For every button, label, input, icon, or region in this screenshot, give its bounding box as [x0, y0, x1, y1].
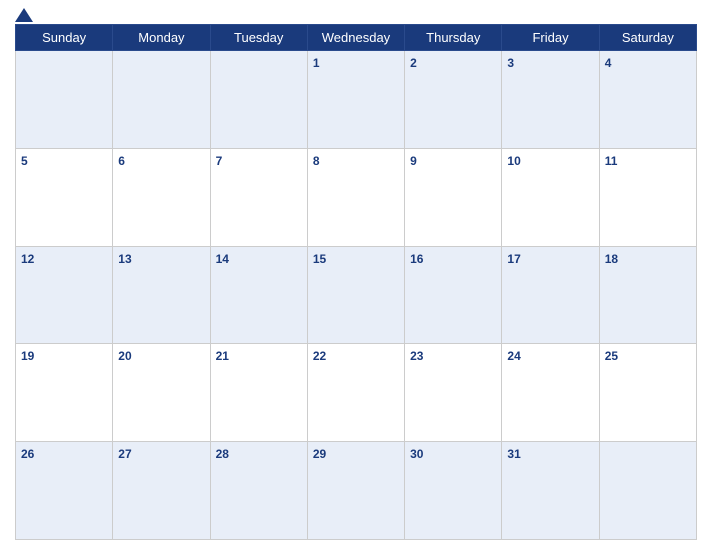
day-number: 5	[21, 154, 28, 168]
calendar-day-cell	[16, 51, 113, 149]
calendar-day-cell: 18	[599, 246, 696, 344]
calendar-day-cell: 25	[599, 344, 696, 442]
calendar-table: SundayMondayTuesdayWednesdayThursdayFrid…	[15, 24, 697, 540]
calendar-day-cell: 24	[502, 344, 599, 442]
calendar-day-cell: 12	[16, 246, 113, 344]
day-number: 24	[507, 349, 520, 363]
day-number: 17	[507, 252, 520, 266]
day-number: 27	[118, 447, 131, 461]
weekday-header-friday: Friday	[502, 25, 599, 51]
day-number: 30	[410, 447, 423, 461]
calendar-header	[15, 10, 697, 20]
calendar-day-cell: 29	[307, 442, 404, 540]
calendar-day-cell: 28	[210, 442, 307, 540]
calendar-day-cell: 16	[405, 246, 502, 344]
day-number: 16	[410, 252, 423, 266]
calendar-day-cell: 4	[599, 51, 696, 149]
calendar-day-cell: 6	[113, 148, 210, 246]
day-number: 12	[21, 252, 34, 266]
day-number: 20	[118, 349, 131, 363]
calendar-day-cell: 22	[307, 344, 404, 442]
calendar-day-cell: 7	[210, 148, 307, 246]
calendar-day-cell: 9	[405, 148, 502, 246]
day-number: 11	[605, 154, 618, 168]
weekday-header-saturday: Saturday	[599, 25, 696, 51]
day-number: 3	[507, 56, 514, 70]
day-number: 22	[313, 349, 326, 363]
calendar-week-row: 26 27 28 29 30 31	[16, 442, 697, 540]
weekday-header-wednesday: Wednesday	[307, 25, 404, 51]
day-number: 4	[605, 56, 612, 70]
day-number: 23	[410, 349, 423, 363]
weekday-header-monday: Monday	[113, 25, 210, 51]
day-number: 9	[410, 154, 417, 168]
logo	[15, 8, 34, 22]
calendar-day-cell: 19	[16, 344, 113, 442]
calendar-day-cell: 30	[405, 442, 502, 540]
calendar-day-cell: 17	[502, 246, 599, 344]
calendar-day-cell: 14	[210, 246, 307, 344]
calendar-day-cell	[210, 51, 307, 149]
day-number: 10	[507, 154, 520, 168]
calendar-week-row: 5 6 7 8 9 10 11	[16, 148, 697, 246]
day-number: 21	[216, 349, 229, 363]
day-number: 28	[216, 447, 229, 461]
day-number: 1	[313, 56, 320, 70]
logo-bird-icon	[15, 8, 33, 22]
calendar-day-cell: 21	[210, 344, 307, 442]
calendar-day-cell: 20	[113, 344, 210, 442]
day-number: 15	[313, 252, 326, 266]
day-number: 13	[118, 252, 131, 266]
day-number: 26	[21, 447, 34, 461]
calendar-week-row: 1 2 3 4	[16, 51, 697, 149]
calendar-day-cell	[599, 442, 696, 540]
calendar-day-cell: 11	[599, 148, 696, 246]
calendar-day-cell	[113, 51, 210, 149]
calendar-day-cell: 23	[405, 344, 502, 442]
calendar-day-cell: 31	[502, 442, 599, 540]
weekday-header-sunday: Sunday	[16, 25, 113, 51]
weekday-header-thursday: Thursday	[405, 25, 502, 51]
logo-blue-text	[15, 8, 34, 22]
day-number: 18	[605, 252, 618, 266]
calendar-day-cell: 8	[307, 148, 404, 246]
day-number: 6	[118, 154, 125, 168]
calendar-day-cell: 15	[307, 246, 404, 344]
calendar-day-cell: 3	[502, 51, 599, 149]
calendar-day-cell: 27	[113, 442, 210, 540]
day-number: 19	[21, 349, 34, 363]
calendar-day-cell: 10	[502, 148, 599, 246]
calendar-day-cell: 13	[113, 246, 210, 344]
day-number: 31	[507, 447, 520, 461]
day-number: 7	[216, 154, 223, 168]
day-number: 8	[313, 154, 320, 168]
day-number: 25	[605, 349, 618, 363]
day-number: 29	[313, 447, 326, 461]
calendar-week-row: 19 20 21 22 23 24 25	[16, 344, 697, 442]
calendar-day-cell: 1	[307, 51, 404, 149]
weekday-header-row: SundayMondayTuesdayWednesdayThursdayFrid…	[16, 25, 697, 51]
calendar-day-cell: 2	[405, 51, 502, 149]
calendar-day-cell: 26	[16, 442, 113, 540]
calendar-day-cell: 5	[16, 148, 113, 246]
weekday-header-tuesday: Tuesday	[210, 25, 307, 51]
calendar-week-row: 12 13 14 15 16 17 18	[16, 246, 697, 344]
day-number: 14	[216, 252, 229, 266]
day-number: 2	[410, 56, 417, 70]
